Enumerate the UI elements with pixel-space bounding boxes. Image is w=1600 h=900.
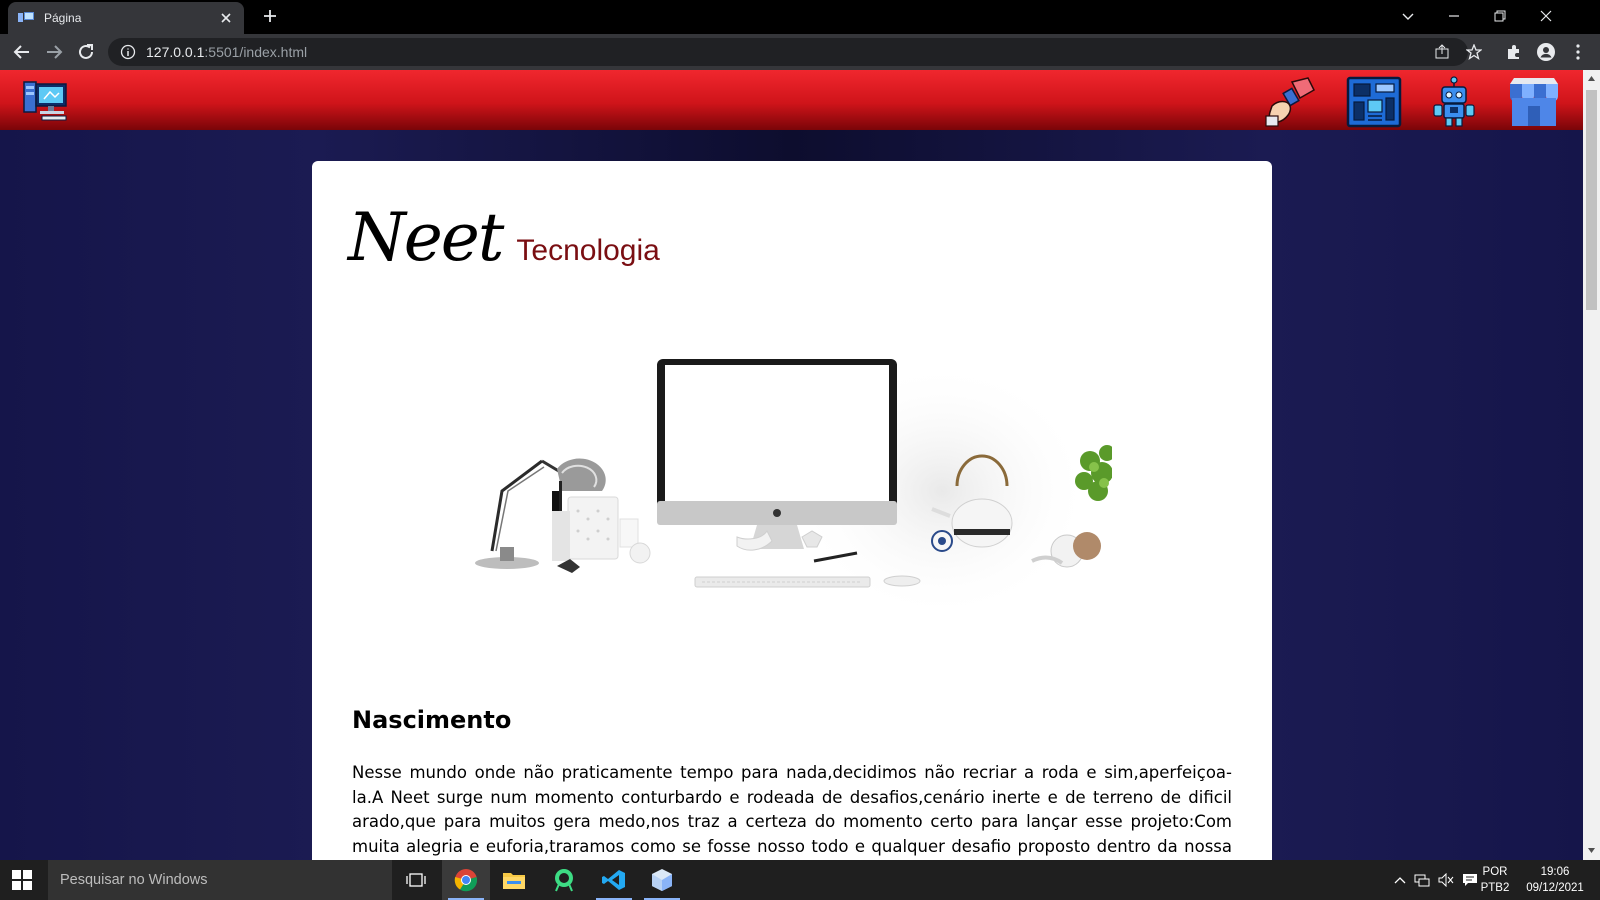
- speaker-muted-icon[interactable]: [1434, 873, 1458, 887]
- task-view-icon[interactable]: [392, 860, 440, 900]
- network-icon[interactable]: [1410, 873, 1434, 887]
- reload-icon[interactable]: [76, 42, 96, 62]
- profile-avatar-icon[interactable]: [1536, 42, 1556, 62]
- store-icon[interactable]: [1506, 76, 1562, 128]
- extensions-puzzle-icon[interactable]: [1504, 42, 1524, 62]
- robot-icon[interactable]: [1426, 76, 1482, 128]
- restore-icon[interactable]: [1490, 6, 1510, 26]
- keyboard-layout: PTB2: [1480, 882, 1510, 894]
- computer-logo-icon[interactable]: [22, 78, 70, 122]
- tab-search-chevron-icon[interactable]: [1398, 6, 1418, 26]
- address-bar[interactable]: 127.0.0.1:5501/index.html: [108, 38, 1468, 66]
- brand-script-text: Neet: [348, 199, 504, 276]
- menu-kebab-icon[interactable]: [1568, 42, 1588, 62]
- minimize-icon[interactable]: [1444, 6, 1464, 26]
- language-code: POR: [1482, 866, 1508, 878]
- chrome-taskbar-icon[interactable]: [442, 860, 490, 900]
- forward-arrow-icon[interactable]: [44, 42, 64, 62]
- file-explorer-icon[interactable]: [490, 860, 538, 900]
- windows-taskbar: Pesquisar no Windows POR PTB2 19:06 09/1…: [0, 860, 1600, 900]
- scroll-down-icon[interactable]: [1587, 846, 1596, 855]
- scrollbar-thumb[interactable]: [1586, 90, 1597, 310]
- tab-title: Página: [44, 11, 82, 25]
- browser-tabstrip: Página: [0, 0, 1600, 34]
- page-scrollbar[interactable]: [1583, 70, 1600, 860]
- 3d-cube-app-icon[interactable]: [638, 860, 686, 900]
- url-host: 127.0.0.1: [146, 44, 205, 60]
- section-body-text: Nesse mundo onde não praticamente tempo …: [352, 763, 1232, 856]
- circuit-board-icon[interactable]: [1346, 76, 1402, 128]
- clock-date: 09/12/2021: [1526, 882, 1584, 894]
- site-header: [0, 70, 1583, 130]
- new-tab-icon[interactable]: [262, 8, 278, 24]
- share-icon[interactable]: [1432, 42, 1452, 62]
- tray-chevron-up-icon[interactable]: [1390, 876, 1410, 884]
- site-info-icon[interactable]: [120, 44, 136, 60]
- windows-search-placeholder: Pesquisar no Windows: [60, 872, 208, 888]
- content-card: Neet Tecnologia Nascimento Nesse mundo o…: [312, 161, 1272, 860]
- page-viewport: Neet Tecnologia Nascimento Nesse mundo o…: [0, 70, 1583, 860]
- back-arrow-icon[interactable]: [12, 42, 32, 62]
- browser-tab[interactable]: Página: [8, 2, 244, 34]
- clock-time: 19:06: [1540, 866, 1570, 878]
- android-studio-icon[interactable]: [540, 860, 588, 900]
- url-path: :5501/index.html: [204, 44, 308, 60]
- brand-subtitle: Tecnologia: [516, 234, 660, 267]
- vscode-icon[interactable]: [590, 860, 638, 900]
- windows-search-box[interactable]: Pesquisar no Windows: [48, 860, 392, 900]
- computer-favicon-icon: [18, 12, 34, 22]
- close-tab-icon[interactable]: [218, 10, 234, 26]
- repair-hand-tool-icon[interactable]: [1262, 76, 1318, 128]
- taskbar-clock[interactable]: 19:06 09/12/2021: [1520, 864, 1590, 896]
- bookmark-star-icon[interactable]: [1464, 42, 1484, 62]
- scroll-up-icon[interactable]: [1587, 74, 1596, 83]
- input-language[interactable]: POR PTB2: [1478, 864, 1512, 896]
- browser-toolbar: 127.0.0.1:5501/index.html: [0, 34, 1600, 70]
- workspace-hero-image: [475, 359, 1112, 621]
- system-tray: [1390, 860, 1482, 900]
- windows-start-icon[interactable]: [12, 870, 32, 890]
- brand-title: Neet Tecnologia: [348, 199, 660, 276]
- section-title: Nascimento: [352, 706, 512, 734]
- close-window-icon[interactable]: [1536, 6, 1556, 26]
